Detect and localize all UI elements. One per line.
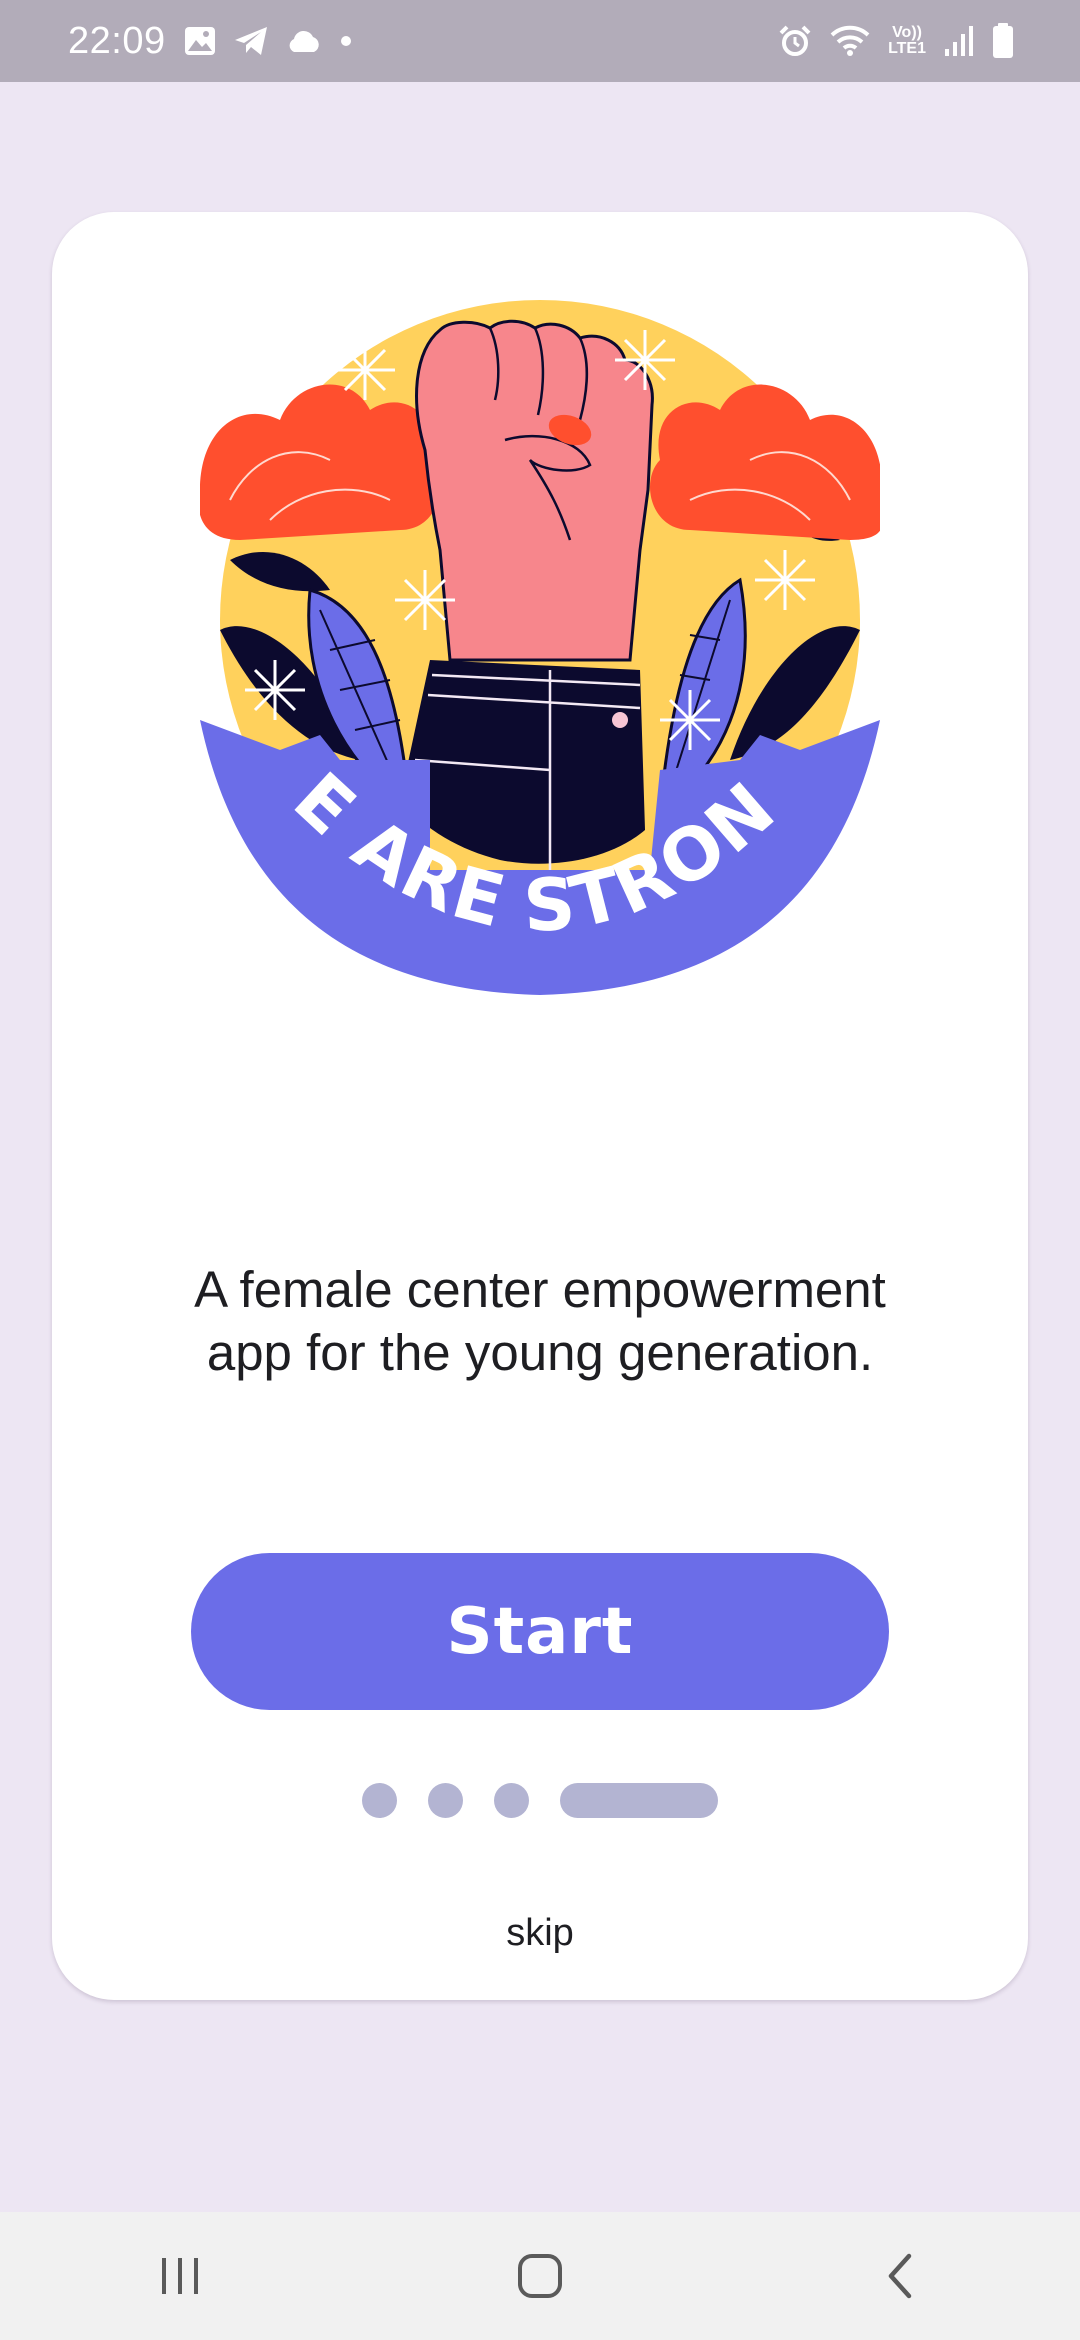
- home-icon[interactable]: [480, 2226, 600, 2326]
- page-indicator: [362, 1782, 718, 1818]
- tagline: A female center empowerment app for the …: [194, 1261, 886, 1381]
- page-dot-active: [560, 1782, 718, 1818]
- status-left: 22:09: [68, 20, 352, 63]
- status-time: 22:09: [68, 19, 166, 62]
- back-icon[interactable]: [840, 2226, 960, 2326]
- status-right: Vo)) LTE1: [778, 23, 1014, 59]
- gallery-icon: [184, 26, 216, 56]
- page-dot-3: [494, 1782, 529, 1818]
- dot-icon: [340, 35, 352, 47]
- status-bar: 22:09 Vo)) LTE1: [0, 0, 1080, 82]
- battery-icon: [992, 23, 1014, 59]
- raised-fist-illustration: WE ARE STRONG!: [159, 223, 884, 1010]
- cloud-icon: [286, 29, 322, 53]
- navigation-bar: [0, 2212, 1080, 2340]
- network-label-bottom: LTE1: [888, 40, 926, 57]
- skip-button[interactable]: skip: [440, 1912, 640, 1955]
- page-dot-2: [428, 1782, 463, 1818]
- page-dot-1: [362, 1782, 397, 1818]
- signal-icon: [944, 25, 974, 57]
- volte-icon: Vo)) LTE1: [888, 25, 926, 57]
- recent-apps-icon[interactable]: [120, 2226, 240, 2326]
- telegram-icon: [234, 26, 268, 56]
- network-label-top: Vo)): [892, 24, 922, 41]
- start-button[interactable]: Start: [191, 1553, 889, 1710]
- wifi-icon: [830, 25, 870, 57]
- alarm-icon: [778, 24, 812, 58]
